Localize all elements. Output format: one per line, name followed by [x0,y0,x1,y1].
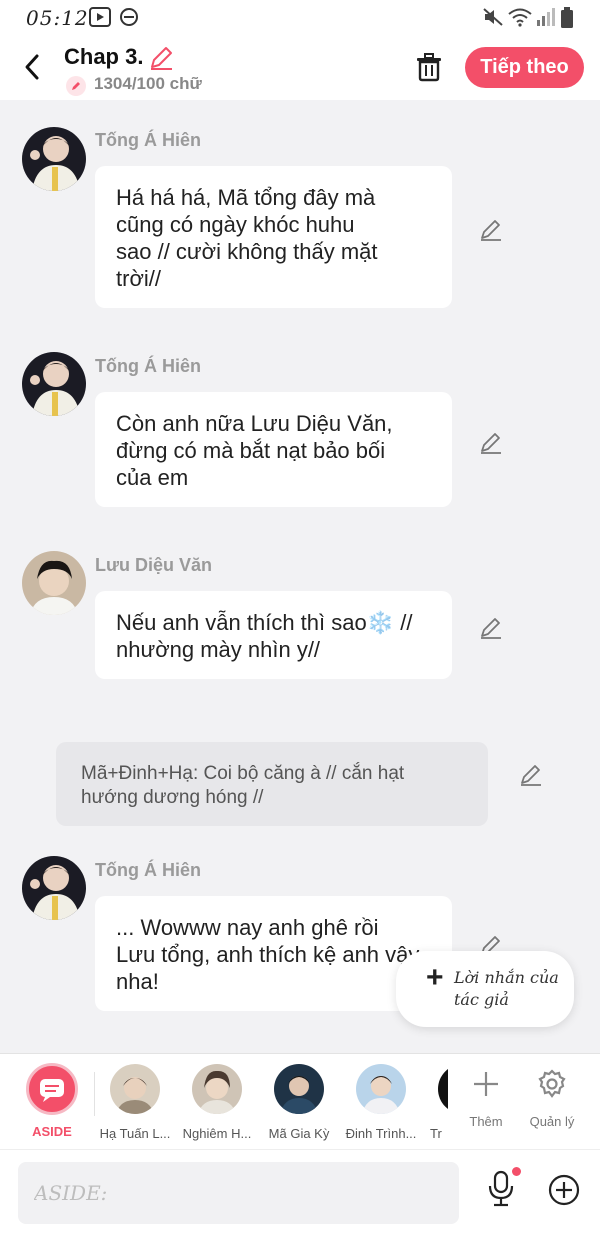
message-sender: Tống Á Hiên [95,356,201,376]
character-avatar [274,1064,324,1114]
signal-icon [537,8,555,26]
message-sender: Lưu Diệu Văn [95,555,213,575]
battery-icon [561,7,573,28]
message-line: Lưu tổng, anh thích kệ anh vậy [116,942,420,967]
edit-message-icon[interactable] [479,431,503,455]
message-line: Còn anh nữa Lưu Diệu Văn, [116,411,393,436]
recording-indicator-dot [512,1167,521,1176]
next-button[interactable]: Tiếp theo [465,47,584,88]
character-name: Hạ Tuấn L... [99,1126,171,1141]
manage-label[interactable]: Quản lý [522,1114,582,1129]
back-arrow-icon[interactable] [20,52,46,82]
avatar-tong-a-hien[interactable] [22,127,86,191]
message-line: Nếu anh vẫn thích thì sao❄️ // [116,610,413,635]
status-time: 05:12 [26,6,89,30]
add-character-label[interactable]: Thêm [462,1114,510,1129]
character-name: Tr [430,1126,442,1141]
author-note-button[interactable]: + Lời nhắn của tác giả [396,951,574,1027]
message-line: nha! [116,969,159,994]
character-avatar [356,1064,406,1114]
character-name: Nghiêm H... [182,1126,252,1141]
character-name: Mã Gia Kỳ [268,1126,330,1141]
do-not-disturb-icon [120,8,138,26]
input-bar [0,1149,600,1233]
message-line: ... Wowww nay anh ghê rồi [116,915,379,940]
character-avatar [110,1064,160,1114]
avatar-tong-a-hien[interactable] [22,856,86,920]
character-name: Đinh Trình... [345,1126,417,1141]
edit-title-pencil-icon[interactable] [148,45,174,71]
add-character-icon[interactable] [472,1070,500,1098]
message-sender: Tống Á Hiên [95,130,201,150]
message-sender: Tống Á Hiên [95,860,201,880]
plus-icon: + [426,961,444,994]
message-line: Há há há, Mã tổng đây mà [116,185,376,210]
character-avatar [192,1064,242,1114]
word-count-pencil-icon [66,76,86,96]
aside-input[interactable] [18,1162,459,1224]
character-nghiem-hao-tuong[interactable]: Nghiêm H... [172,1064,262,1141]
message-line: trời// [116,266,161,291]
aside-narration[interactable]: Mã+Đinh+Hạ: Coi bộ căng à // cắn hạt hướ… [56,742,488,826]
message-bubble[interactable]: Há há há, Mã tổng đây mà cũng có ngày kh… [95,166,452,308]
mute-icon [483,8,503,26]
aside-tab-button[interactable] [26,1063,78,1115]
message-line: của em [116,465,189,490]
message-line: đừng có mà bắt nạt bảo bối [116,438,386,463]
edit-message-icon[interactable] [479,616,503,640]
microphone-icon[interactable] [486,1170,516,1210]
character-ma-gia-ky[interactable]: Mã Gia Kỳ [254,1064,344,1141]
word-count: 1304/100 chữ [94,74,202,93]
aside-tab-label: ASIDE [32,1124,72,1139]
character-ha-tuan-lam[interactable]: Hạ Tuấn L... [90,1064,180,1141]
aside-line: hướng dương hóng // [81,787,264,808]
chapter-header: Chap 3. 1304/100 chữ Tiếp theo [0,36,600,100]
aside-line: Mã+Đinh+Hạ: Coi bộ căng à // cắn hạt [81,763,405,784]
wifi-icon [508,8,532,27]
character-avatar [438,1064,448,1114]
gear-icon[interactable] [536,1068,568,1100]
edit-message-icon[interactable] [479,218,503,242]
media-notification-icon [89,7,111,27]
trash-icon[interactable] [414,52,444,82]
character-partial[interactable]: Tr [418,1064,448,1141]
message-line: cũng có ngày khóc huhu [116,212,355,237]
chapter-title[interactable]: Chap 3. [64,44,143,70]
character-dinh-trinh-han[interactable]: Đinh Trình... [336,1064,426,1141]
status-bar: 05:12 [0,0,600,36]
message-line: nhường mày nhìn y// [116,637,321,662]
chat-bubble-icon [40,1079,64,1102]
message-line: sao // cười không thấy mặt [116,239,378,264]
avatar-tong-a-hien[interactable] [22,352,86,416]
message-bubble[interactable]: Nếu anh vẫn thích thì sao❄️ // nhường mà… [95,591,452,679]
character-bar: ASIDE Hạ Tuấn L... Nghiêm H... Mã Gia Kỳ… [0,1053,600,1149]
edit-aside-icon[interactable] [519,763,543,787]
avatar-luu-dieu-van[interactable] [22,551,86,615]
author-note-label: Lời nhắn của tác giả [454,968,559,1009]
add-attachment-icon[interactable] [547,1173,581,1207]
message-bubble[interactable]: Còn anh nữa Lưu Diệu Văn, đừng có mà bắt… [95,392,452,507]
